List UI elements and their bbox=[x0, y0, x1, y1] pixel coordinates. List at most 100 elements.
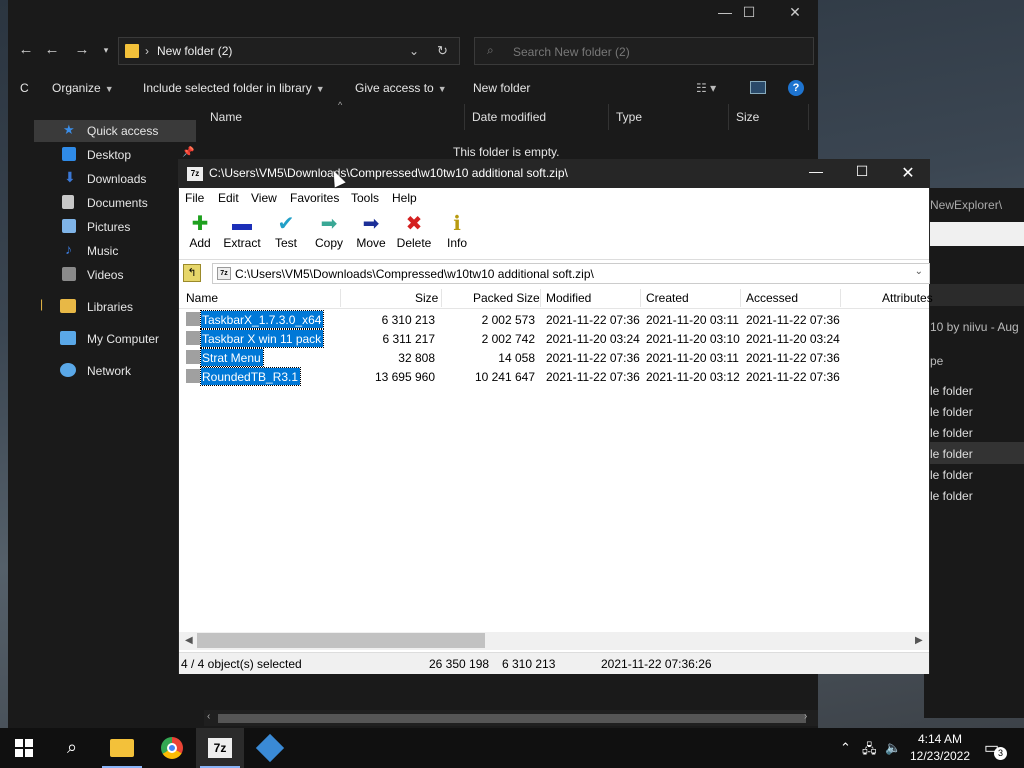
add-button[interactable]: ✚ Add bbox=[179, 212, 221, 256]
recent-locations-chevron-icon[interactable]: ▾ bbox=[94, 38, 118, 62]
up-folder-icon[interactable]: ↰ bbox=[183, 264, 201, 282]
file-row[interactable]: TaskbarX_1.7.3.0_x64 6 310 213 2 002 573… bbox=[179, 310, 929, 329]
column-header-date[interactable]: Date modified bbox=[472, 110, 546, 124]
volume-icon[interactable]: 🔈 bbox=[885, 740, 901, 756]
folder-icon bbox=[186, 312, 200, 326]
background-column-fragment: pe bbox=[930, 354, 944, 368]
organize-button[interactable]: Organize ▼ bbox=[52, 81, 114, 95]
back-arrow-icon[interactable]: ← bbox=[14, 38, 38, 62]
scroll-left-icon[interactable]: ‹ bbox=[207, 711, 210, 722]
start-button[interactable] bbox=[0, 728, 48, 768]
nav-item-pictures[interactable]: Pictures bbox=[34, 216, 196, 238]
scroll-left-icon[interactable]: ◀ bbox=[185, 635, 193, 646]
search-box[interactable]: ⌕ Search New folder (2) bbox=[474, 37, 814, 65]
delete-button[interactable]: ✖ Delete bbox=[393, 212, 435, 256]
background-address-input[interactable] bbox=[924, 222, 1024, 246]
path-dropdown-icon[interactable]: ⌄ bbox=[915, 266, 923, 277]
nav-item-documents[interactable]: Documents bbox=[34, 192, 196, 214]
column-header-attributes[interactable]: Attributes bbox=[882, 291, 933, 305]
menu-favorites[interactable]: Favorites bbox=[290, 191, 339, 205]
background-row[interactable]: le folder bbox=[930, 405, 973, 419]
give-access-button[interactable]: Give access to ▼ bbox=[355, 81, 447, 95]
nav-item-libraries[interactable]: | Libraries bbox=[34, 296, 196, 318]
forward-button[interactable]: → bbox=[70, 38, 94, 62]
nav-item-label: Downloads bbox=[87, 172, 147, 186]
file-row[interactable]: Strat Menu 32 808 14 058 2021-11-22 07:3… bbox=[179, 348, 929, 367]
taskbar-chrome[interactable] bbox=[148, 728, 196, 768]
7zip-maximize-button[interactable]: ☐ bbox=[839, 163, 885, 185]
column-header-created[interactable]: Created bbox=[646, 291, 689, 305]
include-in-library-button[interactable]: Include selected folder in library ▼ bbox=[143, 81, 325, 95]
address-dropdown-icon[interactable]: ⌄ bbox=[409, 44, 419, 58]
nav-item-desktop[interactable]: Desktop 📌 bbox=[34, 144, 196, 166]
extract-button[interactable]: ▬ Extract bbox=[221, 212, 263, 256]
nav-item-videos[interactable]: Videos bbox=[34, 264, 196, 286]
network-icon[interactable]: 🖧 bbox=[862, 740, 877, 762]
back-button[interactable]: ← bbox=[40, 38, 64, 62]
explorer-horizontal-scrollbar[interactable]: ‹ › bbox=[204, 710, 818, 726]
refresh-icon[interactable]: ↻ bbox=[437, 43, 448, 59]
taskbar-file-explorer[interactable] bbox=[98, 728, 146, 768]
nav-item-network[interactable]: Network bbox=[34, 360, 196, 382]
show-hidden-icons-icon[interactable]: ⌃ bbox=[840, 740, 851, 756]
background-row[interactable]: le folder bbox=[930, 447, 973, 461]
column-header-accessed[interactable]: Accessed bbox=[746, 291, 798, 305]
view-options-icon[interactable]: ☷ ▾ bbox=[696, 81, 716, 95]
include-in-library-label: Include selected folder in library bbox=[143, 81, 312, 95]
nav-item-label: Desktop bbox=[87, 148, 132, 162]
close-button[interactable]: ✕ bbox=[772, 4, 818, 26]
taskbar-7zip[interactable]: 7z bbox=[196, 728, 244, 768]
path-combobox[interactable]: 7z C:\Users\VM5\Downloads\Compressed\w10… bbox=[212, 263, 930, 284]
7zip-minimize-button[interactable]: — bbox=[793, 163, 839, 185]
menu-view[interactable]: View bbox=[251, 191, 277, 205]
column-header-size[interactable]: Size bbox=[415, 291, 438, 305]
background-row[interactable]: le folder bbox=[930, 384, 973, 398]
column-header-type[interactable]: Type bbox=[616, 110, 642, 124]
nav-item-my-computer[interactable]: My Computer bbox=[34, 328, 196, 350]
nav-item-music[interactable]: ♪ Music bbox=[34, 240, 196, 262]
nav-item-quick-access[interactable]: ★ Quick access bbox=[34, 120, 196, 142]
expand-marker-icon: | bbox=[40, 297, 44, 311]
search-button[interactable]: ⌕ bbox=[48, 728, 96, 768]
help-icon[interactable]: ? bbox=[788, 80, 804, 96]
new-folder-button[interactable]: New folder bbox=[473, 81, 530, 95]
7zip-close-button[interactable]: ✕ bbox=[885, 163, 931, 185]
preview-pane-icon[interactable] bbox=[750, 81, 766, 94]
scroll-right-icon[interactable]: ▶ bbox=[915, 635, 923, 646]
7zip-title-bar[interactable]: 7z C:\Users\VM5\Downloads\Compressed\w10… bbox=[179, 160, 929, 188]
file-modified: 2021-11-20 03:24 bbox=[546, 332, 640, 346]
maximize-button[interactable]: ☐ bbox=[726, 4, 772, 26]
clock[interactable]: 4:14 AM 12/23/2022 bbox=[905, 731, 975, 765]
nav-item-downloads[interactable]: ⬇ Downloads bbox=[34, 168, 196, 190]
column-header-size[interactable]: Size bbox=[736, 110, 759, 124]
scroll-right-icon[interactable]: › bbox=[804, 711, 807, 722]
test-button[interactable]: ✔ Test bbox=[265, 212, 307, 256]
scrollbar-thumb[interactable] bbox=[218, 714, 806, 723]
menu-file[interactable]: File bbox=[185, 191, 204, 205]
info-button[interactable]: ℹ Info bbox=[436, 212, 478, 256]
column-header-name[interactable]: Name bbox=[186, 291, 218, 305]
address-bar[interactable]: › New folder (2) ⌄ ↻ bbox=[118, 37, 460, 65]
move-button[interactable]: ➡ Move bbox=[350, 212, 392, 256]
network-icon bbox=[60, 363, 76, 377]
column-header-name[interactable]: Name bbox=[210, 110, 242, 124]
7zip-horizontal-scrollbar[interactable]: ◀ ▶ bbox=[179, 632, 929, 650]
taskbar-app[interactable] bbox=[246, 728, 294, 768]
folder-icon bbox=[186, 350, 200, 364]
column-header-packed-size[interactable]: Packed Size bbox=[473, 291, 540, 305]
background-row[interactable]: le folder bbox=[930, 426, 973, 440]
scrollbar-thumb[interactable] bbox=[197, 633, 485, 648]
file-row[interactable]: RoundedTB_R3.1 13 695 960 10 241 647 202… bbox=[179, 367, 929, 386]
menu-tools[interactable]: Tools bbox=[351, 191, 379, 205]
background-row[interactable]: le folder bbox=[930, 468, 973, 482]
menu-edit[interactable]: Edit bbox=[218, 191, 239, 205]
command-truncated[interactable]: C bbox=[20, 81, 29, 95]
action-center-button[interactable]: ▭ 3 bbox=[984, 738, 1007, 760]
background-row[interactable]: le folder bbox=[930, 489, 973, 503]
copy-button[interactable]: ➡ Copy bbox=[308, 212, 350, 256]
file-created: 2021-11-20 03:12 bbox=[646, 370, 740, 384]
file-row[interactable]: Taskbar X win 11 pack 6 311 217 2 002 74… bbox=[179, 329, 929, 348]
column-header-modified[interactable]: Modified bbox=[546, 291, 591, 305]
menu-help[interactable]: Help bbox=[392, 191, 417, 205]
file-packed-size: 10 241 647 bbox=[474, 370, 535, 384]
